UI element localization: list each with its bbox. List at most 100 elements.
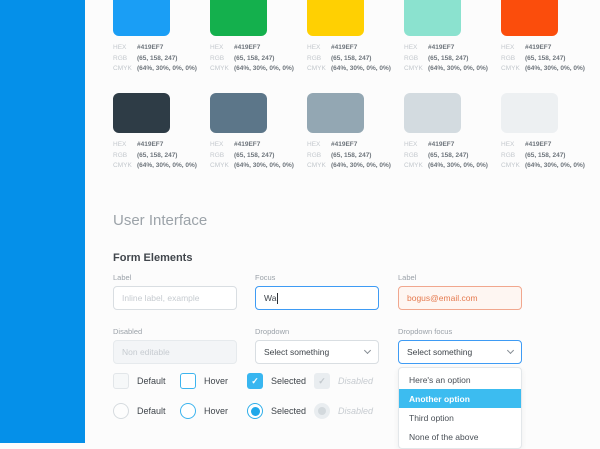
rgb-value: (65, 158, 247) bbox=[331, 151, 371, 162]
section-title: User Interface bbox=[113, 212, 207, 229]
check-icon: ✓ bbox=[318, 376, 326, 387]
field-group-dropdown: Dropdown Select something bbox=[255, 327, 379, 364]
menu-item[interactable]: Here's an option bbox=[399, 370, 521, 389]
color-swatch bbox=[210, 0, 267, 36]
cmyk-value: (64%, 30%, 0%, 0%) bbox=[525, 161, 585, 172]
color-meta: HEX#419EF7 RGB(65, 158, 247) CMYK(64%, 3… bbox=[113, 43, 170, 75]
checkbox-label: Selected bbox=[271, 376, 306, 386]
color-meta: HEX#419EF7 RGB(65, 158, 247) CMYK(64%, 3… bbox=[113, 140, 170, 172]
radio-group-selected: Selected bbox=[247, 403, 314, 419]
checkbox-hover[interactable] bbox=[180, 373, 196, 389]
checkbox-selected[interactable]: ✓ bbox=[247, 373, 263, 389]
radio-hover[interactable] bbox=[180, 403, 196, 419]
cmyk-label: CMYK bbox=[501, 161, 525, 172]
menu-item[interactable]: Third option bbox=[399, 408, 521, 427]
hex-value: #419EF7 bbox=[428, 43, 454, 54]
color-card: HEX#419EF7 RGB(65, 158, 247) CMYK(64%, 3… bbox=[404, 93, 461, 172]
hex-label: HEX bbox=[307, 140, 331, 151]
input-placeholder: Non editable bbox=[122, 347, 170, 357]
rgb-label: RGB bbox=[113, 151, 137, 162]
left-rail bbox=[0, 0, 85, 443]
color-card: HEX#419EF7 RGB(65, 158, 247) CMYK(64%, 3… bbox=[113, 0, 170, 75]
color-swatch bbox=[210, 93, 267, 133]
color-card: HEX#419EF7 RGB(65, 158, 247) CMYK(64%, 3… bbox=[307, 93, 364, 172]
dropdown-menu: Here's an option Another option Third op… bbox=[398, 367, 522, 449]
subsection-title: Form Elements bbox=[113, 252, 192, 264]
text-input-focus[interactable]: Wa bbox=[255, 286, 379, 310]
rgb-value: (65, 158, 247) bbox=[331, 54, 371, 65]
dropdown-value: Select something bbox=[264, 347, 329, 357]
cmyk-label: CMYK bbox=[307, 64, 331, 75]
checkbox-label: Hover bbox=[204, 376, 228, 386]
radio-selected[interactable] bbox=[247, 403, 263, 419]
dropdown-select[interactable]: Select something bbox=[255, 340, 379, 364]
field-label: Label bbox=[398, 273, 522, 282]
text-caret bbox=[277, 293, 278, 304]
color-swatch bbox=[501, 0, 558, 36]
rgb-value: (65, 158, 247) bbox=[428, 151, 468, 162]
radio-disabled bbox=[314, 403, 330, 419]
hex-value: #419EF7 bbox=[234, 43, 260, 54]
field-group-error: Label bogus@email.com bbox=[398, 273, 522, 310]
hex-value: #419EF7 bbox=[137, 140, 163, 151]
color-meta: HEX#419EF7 RGB(65, 158, 247) CMYK(64%, 3… bbox=[210, 43, 267, 75]
hex-value: #419EF7 bbox=[525, 140, 551, 151]
hex-label: HEX bbox=[113, 140, 137, 151]
text-input-error[interactable]: bogus@email.com bbox=[398, 286, 522, 310]
field-label: Dropdown bbox=[255, 327, 379, 336]
rgb-label: RGB bbox=[404, 151, 428, 162]
color-card: HEX#419EF7 RGB(65, 158, 247) CMYK(64%, 3… bbox=[501, 93, 558, 172]
radio-label: Hover bbox=[204, 406, 228, 416]
checkbox-group-disabled: ✓ Disabled bbox=[314, 373, 373, 389]
check-icon: ✓ bbox=[251, 376, 259, 387]
color-swatch bbox=[307, 93, 364, 133]
rgb-label: RGB bbox=[307, 151, 331, 162]
palette-row-grays: HEX#419EF7 RGB(65, 158, 247) CMYK(64%, 3… bbox=[113, 93, 598, 172]
input-value: bogus@email.com bbox=[407, 293, 478, 303]
menu-item-highlighted[interactable]: Another option bbox=[399, 389, 521, 408]
radio-label: Default bbox=[137, 406, 166, 416]
color-swatch bbox=[404, 93, 461, 133]
cmyk-value: (64%, 30%, 0%, 0%) bbox=[234, 161, 294, 172]
radio-group-default: Default bbox=[113, 403, 180, 419]
field-group-default: Label Inline label, example bbox=[113, 273, 237, 310]
hex-value: #419EF7 bbox=[525, 43, 551, 54]
checkbox-disabled: ✓ bbox=[314, 373, 330, 389]
color-swatch bbox=[307, 0, 364, 36]
color-card: HEX#419EF7 RGB(65, 158, 247) CMYK(64%, 3… bbox=[404, 0, 461, 75]
color-swatch bbox=[501, 93, 558, 133]
checkbox-group-hover: Hover bbox=[180, 373, 247, 389]
palette-row-primary: HEX#419EF7 RGB(65, 158, 247) CMYK(64%, 3… bbox=[113, 0, 598, 75]
checkbox-default[interactable] bbox=[113, 373, 129, 389]
rgb-value: (65, 158, 247) bbox=[137, 151, 177, 162]
input-value: Wa bbox=[264, 293, 276, 303]
text-input-default[interactable]: Inline label, example bbox=[113, 286, 237, 310]
rgb-label: RGB bbox=[210, 54, 234, 65]
chevron-down-icon bbox=[364, 347, 371, 354]
radio-group-hover: Hover bbox=[180, 403, 247, 419]
hex-label: HEX bbox=[307, 43, 331, 54]
cmyk-value: (64%, 30%, 0%, 0%) bbox=[137, 64, 197, 75]
cmyk-label: CMYK bbox=[113, 64, 137, 75]
color-card: HEX#419EF7 RGB(65, 158, 247) CMYK(64%, 3… bbox=[210, 0, 267, 75]
color-card: HEX#419EF7 RGB(65, 158, 247) CMYK(64%, 3… bbox=[113, 93, 170, 172]
rgb-label: RGB bbox=[210, 151, 234, 162]
cmyk-value: (64%, 30%, 0%, 0%) bbox=[137, 161, 197, 172]
color-card: HEX#419EF7 RGB(65, 158, 247) CMYK(64%, 3… bbox=[501, 0, 558, 75]
cmyk-value: (64%, 30%, 0%, 0%) bbox=[331, 64, 391, 75]
cmyk-label: CMYK bbox=[501, 64, 525, 75]
dropdown-select-focus[interactable]: Select something bbox=[398, 340, 522, 364]
checkbox-group-default: Default bbox=[113, 373, 180, 389]
cmyk-value: (64%, 30%, 0%, 0%) bbox=[331, 161, 391, 172]
radio-default[interactable] bbox=[113, 403, 129, 419]
cmyk-label: CMYK bbox=[307, 161, 331, 172]
text-input-disabled: Non editable bbox=[113, 340, 237, 364]
rgb-value: (65, 158, 247) bbox=[234, 54, 274, 65]
hex-value: #419EF7 bbox=[137, 43, 163, 54]
hex-value: #419EF7 bbox=[428, 140, 454, 151]
rgb-value: (65, 158, 247) bbox=[137, 54, 177, 65]
menu-item[interactable]: None of the above bbox=[399, 427, 521, 446]
cmyk-value: (64%, 30%, 0%, 0%) bbox=[428, 161, 488, 172]
color-meta: HEX#419EF7 RGB(65, 158, 247) CMYK(64%, 3… bbox=[307, 43, 364, 75]
radio-group-disabled: Disabled bbox=[314, 403, 373, 419]
